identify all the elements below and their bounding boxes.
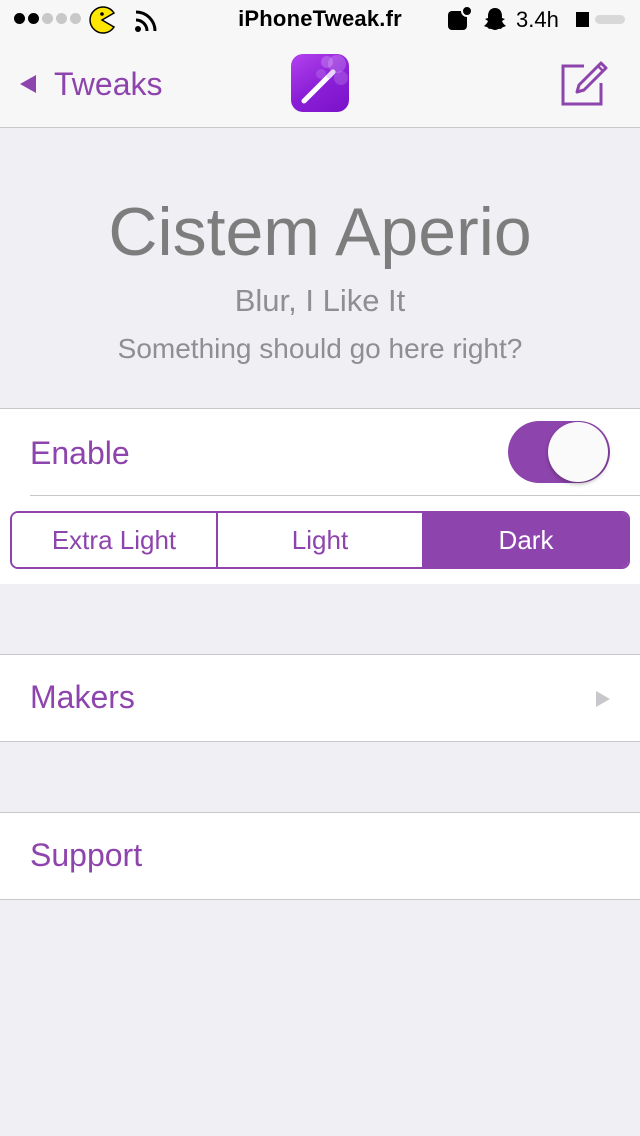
segment-light[interactable]: Light [218, 513, 424, 567]
tweak-header: Cistem Aperio Blur, I Like It Something … [0, 129, 640, 408]
status-time: 3.4h [516, 7, 559, 32]
back-button-label: Tweaks [54, 65, 163, 102]
segment-dark[interactable]: Dark [424, 513, 628, 567]
disclosure-arrow-icon [596, 691, 610, 707]
support-label: Support [30, 837, 143, 873]
tweak-description: Something should go here right? [117, 333, 523, 364]
segment-extra-light[interactable]: Extra Light [12, 513, 218, 567]
navigation-bar: Tweaks [0, 40, 640, 128]
enable-settings-group: Enable Extra Light Light Dark [0, 408, 640, 584]
support-row[interactable]: Support [0, 812, 640, 900]
back-arrow-icon [20, 75, 36, 93]
lock-square-icon [576, 12, 589, 27]
tweak-subtitle: Blur, I Like It [234, 283, 406, 318]
tweak-title: Cistem Aperio [108, 194, 532, 270]
back-button[interactable]: Tweaks [18, 62, 162, 106]
makers-row[interactable]: Makers [0, 654, 640, 742]
enable-toggle[interactable] [508, 421, 610, 483]
separator [30, 495, 640, 496]
battery-icon [595, 15, 625, 24]
screen: iPhoneTweak.fr 3.4h Tweaks Cistem Aperio… [0, 0, 640, 1136]
status-bar: iPhoneTweak.fr 3.4h [0, 0, 640, 40]
toggle-knob [548, 422, 608, 482]
notification-icon [448, 6, 472, 30]
blur-style-segmented-control: Extra Light Light Dark [10, 511, 630, 569]
makers-label: Makers [30, 679, 135, 715]
enable-label: Enable [30, 435, 130, 471]
magic-wand-icon [291, 54, 349, 112]
compose-icon[interactable] [558, 58, 610, 110]
snapchat-ghost-icon [484, 8, 506, 30]
